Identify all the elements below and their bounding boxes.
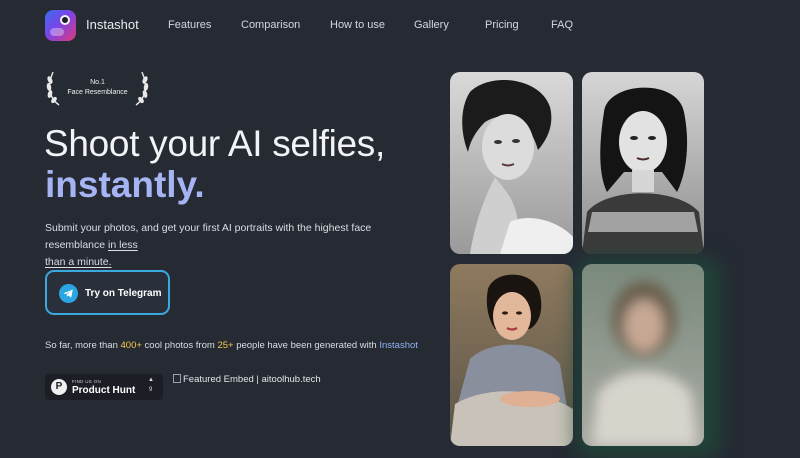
stats-line: So far, more than 400+ cool photos from … (45, 340, 418, 351)
broken-image-icon (173, 374, 181, 383)
try-on-telegram-label: Try on Telegram (85, 288, 162, 299)
top-nav: Instashot Features Comparison How to use… (0, 0, 800, 50)
laurel-right-icon (135, 71, 149, 106)
hero-headline: Shoot your AI selfies, (44, 123, 385, 164)
gallery-photo-2 (582, 72, 704, 254)
gallery-photo-1 (450, 72, 573, 254)
award-badge: No.1 Face Resemblance (45, 70, 150, 106)
stats-middle: cool photos from (141, 340, 218, 351)
stats-people-count: 25+ (217, 340, 234, 351)
gallery-photo-4-blurred (582, 264, 704, 446)
upvote-arrow-icon: ▲ (148, 377, 154, 383)
stats-suffix: people have been generated with (233, 340, 380, 351)
hero-description: Submit your photos, and get your first A… (45, 220, 405, 271)
nav-link-pricing[interactable]: Pricing (485, 19, 519, 31)
gallery-photo-3 (450, 264, 573, 446)
brand-name[interactable]: Instashot (86, 17, 139, 32)
featured-embed-alt-text: Featured Embed | aitoolhub.tech (183, 374, 321, 385)
hero-description-emphasis-end: than a minute. (45, 256, 112, 268)
upvote-count: 9 (149, 387, 153, 393)
telegram-icon (59, 284, 78, 303)
nav-link-features[interactable]: Features (168, 19, 211, 31)
stats-photo-count: 400+ (120, 340, 142, 351)
nav-link-comparison[interactable]: Comparison (241, 19, 300, 31)
product-hunt-icon: P (51, 379, 67, 395)
stats-prefix: So far, more than (45, 340, 121, 351)
featured-embed-image[interactable]: Featured Embed | aitoolhub.tech (173, 374, 321, 385)
nav-link-how-to-use[interactable]: How to use (330, 19, 385, 31)
hero-description-text: Submit your photos, and get your first A… (45, 222, 372, 251)
stats-brand-link[interactable]: Instashot (379, 340, 418, 351)
hero-description-emphasis: in less (108, 239, 138, 251)
instashot-logo-icon[interactable] (45, 10, 76, 41)
laurel-left-icon (46, 71, 60, 106)
product-hunt-name: Product Hunt (72, 385, 136, 396)
nav-link-gallery[interactable]: Gallery (414, 19, 449, 31)
product-hunt-caption: FIND US ON (72, 379, 102, 384)
product-hunt-badge[interactable]: P FIND US ON Product Hunt ▲ 9 (45, 374, 163, 400)
try-on-telegram-button[interactable]: Try on Telegram (45, 270, 170, 315)
hero-headline-accent: instantly. (45, 164, 205, 205)
nav-link-faq[interactable]: FAQ (551, 19, 573, 31)
